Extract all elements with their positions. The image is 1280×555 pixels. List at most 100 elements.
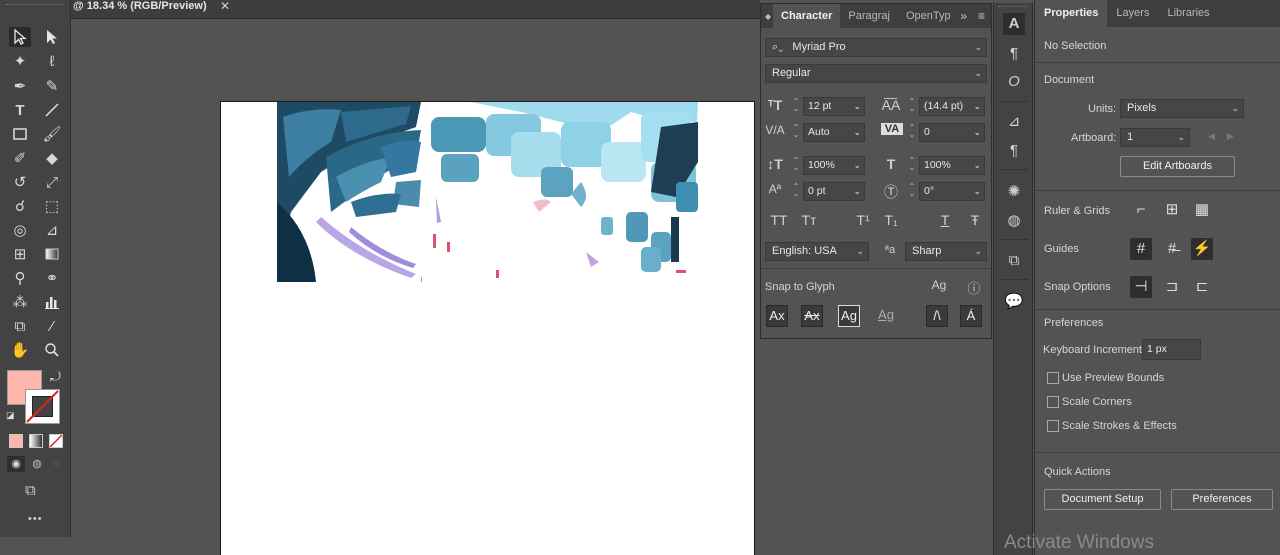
artboard-tool-icon[interactable]: ⧉ bbox=[9, 316, 31, 336]
tab-properties[interactable]: Properties bbox=[1035, 0, 1108, 27]
tab-paragraph[interactable]: Paragraj bbox=[840, 4, 898, 28]
draw-normal-icon[interactable]: ◉ bbox=[7, 456, 25, 472]
preferences-button[interactable]: Preferences bbox=[1171, 489, 1273, 510]
transparency-panel-icon[interactable]: ◍ bbox=[1003, 210, 1025, 232]
artboards-panel-icon[interactable]: ⧉ bbox=[1003, 250, 1025, 272]
next-artboard-icon[interactable]: ▶ bbox=[1227, 131, 1234, 142]
snap-to-pixel-icon[interactable]: ⊐ bbox=[1161, 276, 1183, 298]
font-size-field[interactable]: 12 pt ⌄ bbox=[803, 97, 865, 116]
kerning-stepper[interactable]: ⌃ ⌄ bbox=[792, 124, 800, 139]
tab-opentype[interactable]: OpenTyp bbox=[898, 4, 959, 28]
selection-tool-icon[interactable] bbox=[9, 27, 31, 47]
line-tool-icon[interactable] bbox=[41, 100, 63, 120]
gradient-tool-icon[interactable] bbox=[41, 244, 63, 264]
toolbar-grip[interactable] bbox=[6, 4, 64, 7]
transparency-grid-icon[interactable]: ▦ bbox=[1191, 199, 1213, 221]
edit-toolbar-icon[interactable]: ••• bbox=[28, 513, 43, 525]
snap-anchor-icon[interactable]: Á bbox=[960, 305, 982, 327]
snap-proximity-icon[interactable]: Ag bbox=[875, 305, 897, 327]
grid-icon[interactable]: ⊞ bbox=[1161, 199, 1183, 221]
draw-inside-icon[interactable]: ◌ bbox=[49, 456, 65, 472]
paragraph-panel-icon[interactable]: ¶ bbox=[1003, 43, 1025, 65]
use-preview-bounds-checkbox[interactable] bbox=[1047, 372, 1059, 384]
swap-fill-stroke-icon[interactable]: ⤾ bbox=[50, 369, 61, 385]
document-setup-button[interactable]: Document Setup bbox=[1044, 489, 1161, 510]
kerning-field[interactable]: Auto ⌄ bbox=[803, 123, 865, 142]
ruler-icon[interactable]: ⌐ bbox=[1130, 199, 1152, 221]
leading-stepper[interactable]: ⌃ ⌄ bbox=[908, 98, 916, 113]
horizontal-scale-field[interactable]: 100% ⌄ bbox=[919, 156, 985, 175]
strip-grip[interactable] bbox=[998, 6, 1028, 7]
tracking-field[interactable]: 0 ⌄ bbox=[919, 123, 985, 142]
snap-angular-icon[interactable]: /\ bbox=[926, 305, 948, 327]
tab-character[interactable]: Character bbox=[773, 4, 841, 28]
all-caps-icon[interactable]: TT bbox=[767, 212, 791, 228]
opentype-panel-icon[interactable]: O bbox=[1003, 71, 1025, 93]
rotate-tool-icon[interactable]: ↺ bbox=[9, 172, 31, 192]
character-panel-icon[interactable]: A bbox=[1003, 13, 1025, 35]
strikethrough-icon[interactable]: Ŧ bbox=[963, 212, 987, 228]
warp-tool-icon[interactable]: ☌ bbox=[9, 196, 31, 216]
curvature-tool-icon[interactable]: ✎ bbox=[41, 76, 63, 96]
character-styles-icon[interactable]: ⊿ bbox=[1003, 111, 1025, 133]
units-dropdown[interactable]: Pixels ⌄ bbox=[1120, 99, 1244, 118]
blend-tool-icon[interactable]: ⚭ bbox=[41, 268, 63, 288]
perspective-grid-tool-icon[interactable]: ⊿ bbox=[41, 220, 63, 240]
appearance-panel-icon[interactable]: ✺ bbox=[1003, 181, 1025, 203]
scale-corners-checkbox[interactable] bbox=[1047, 396, 1059, 408]
tracking-stepper[interactable]: ⌃ ⌄ bbox=[908, 124, 916, 139]
snap-to-point-icon[interactable]: ⊏ bbox=[1191, 276, 1213, 298]
stroke-swatch[interactable] bbox=[25, 389, 60, 424]
collapse-icon[interactable]: ◆ bbox=[761, 12, 773, 21]
artboard[interactable] bbox=[220, 101, 755, 555]
horizontal-scale-stepper[interactable]: ⌃ ⌄ bbox=[908, 157, 916, 172]
eraser-tool-icon[interactable]: ◆ bbox=[41, 148, 63, 168]
small-caps-icon[interactable]: Tт bbox=[797, 212, 821, 228]
edit-artboards-button[interactable]: Edit Artboards bbox=[1120, 156, 1235, 177]
snap-baseline-icon[interactable]: Ax bbox=[766, 305, 788, 327]
lasso-tool-icon[interactable]: ℓ bbox=[41, 51, 63, 71]
rectangle-tool-icon[interactable] bbox=[9, 124, 31, 144]
lock-guides-icon[interactable]: #̶ bbox=[1161, 238, 1183, 260]
font-style-dropdown[interactable]: Regular ⌄ bbox=[765, 64, 987, 83]
default-colors-icon[interactable]: ◪ bbox=[6, 410, 18, 422]
direct-selection-tool-icon[interactable] bbox=[41, 27, 63, 47]
snap-glyph-bounds-icon[interactable]: Ag bbox=[838, 305, 860, 327]
magic-wand-tool-icon[interactable]: ✦ bbox=[9, 51, 31, 71]
symbol-sprayer-tool-icon[interactable]: ⁂ bbox=[9, 292, 31, 312]
antialias-dropdown[interactable]: Sharp ⌄ bbox=[905, 242, 987, 261]
leading-field[interactable]: (14.4 pt) ⌄ bbox=[919, 97, 985, 116]
glyph-options-icon[interactable]: Ag bbox=[929, 278, 949, 292]
paragraph-styles-icon[interactable]: ¶ bbox=[1003, 140, 1025, 162]
rotation-stepper[interactable]: ⌃ ⌄ bbox=[908, 183, 916, 198]
show-guides-icon[interactable]: # bbox=[1130, 238, 1152, 260]
baseline-shift-stepper[interactable]: ⌃ ⌄ bbox=[792, 183, 800, 198]
type-tool-icon[interactable]: T bbox=[9, 100, 31, 120]
hand-tool-icon[interactable]: ✋ bbox=[9, 340, 31, 360]
tab-libraries[interactable]: Libraries bbox=[1158, 0, 1218, 27]
superscript-icon[interactable]: T¹ bbox=[851, 212, 875, 228]
panel-menu-icon[interactable]: ≡ bbox=[978, 4, 985, 28]
slice-tool-icon[interactable]: ⁄ bbox=[41, 316, 63, 336]
language-dropdown[interactable]: English: USA ⌄ bbox=[765, 242, 869, 261]
close-icon[interactable]: ✕ bbox=[220, 0, 230, 13]
vertical-scale-field[interactable]: 100% ⌄ bbox=[803, 156, 865, 175]
artboard-dropdown[interactable]: 1 ⌄ bbox=[1120, 128, 1190, 147]
screen-mode-icon[interactable]: ⧉ bbox=[25, 482, 36, 499]
scale-tool-icon[interactable]: ⤢ bbox=[41, 172, 63, 192]
underline-icon[interactable]: T bbox=[933, 212, 957, 228]
comments-panel-icon[interactable]: 💬 bbox=[1003, 291, 1025, 313]
smart-guides-icon[interactable]: ⚡ bbox=[1191, 238, 1213, 260]
gradient-mode-icon[interactable] bbox=[29, 434, 43, 448]
snap-to-grid-icon[interactable]: ⊣ bbox=[1130, 276, 1152, 298]
baseline-shift-field[interactable]: 0 pt ⌄ bbox=[803, 182, 865, 201]
free-transform-tool-icon[interactable]: ⬚ bbox=[41, 196, 63, 216]
mesh-tool-icon[interactable]: ⊞ bbox=[9, 244, 31, 264]
shaper-tool-icon[interactable]: ✐ bbox=[9, 148, 31, 168]
draw-behind-icon[interactable]: ◍ bbox=[29, 456, 45, 472]
rotation-field[interactable]: 0° ⌄ bbox=[919, 182, 985, 201]
eyedropper-tool-icon[interactable]: ⚲ bbox=[9, 268, 31, 288]
more-tabs-icon[interactable]: » bbox=[960, 4, 967, 28]
column-graph-tool-icon[interactable] bbox=[41, 292, 63, 312]
shape-builder-tool-icon[interactable]: ◎ bbox=[9, 220, 31, 240]
